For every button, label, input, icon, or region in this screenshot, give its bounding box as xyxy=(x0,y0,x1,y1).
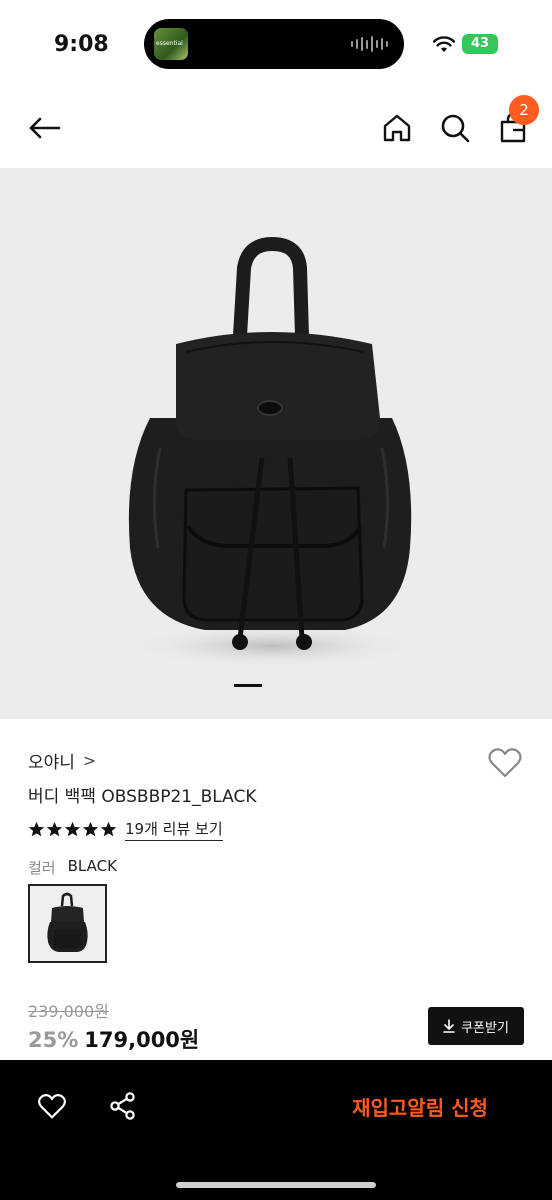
brand-link[interactable]: 오야니 > xyxy=(28,748,96,773)
chevron-right-icon: > xyxy=(82,751,97,770)
share-icon xyxy=(110,1092,135,1120)
download-icon xyxy=(443,1019,455,1033)
price-row: 25% 179,000원 xyxy=(28,1024,199,1054)
back-button[interactable] xyxy=(24,108,64,148)
cart-count-badge: 2 xyxy=(509,95,539,125)
search-icon xyxy=(441,114,470,143)
color-option-row: 컬러 BLACK xyxy=(28,857,117,878)
search-button[interactable] xyxy=(436,108,474,148)
backpack-image xyxy=(122,236,422,668)
star-icon xyxy=(28,821,45,837)
home-icon xyxy=(383,114,411,142)
rating-row: 19개 리뷰 보기 xyxy=(28,818,223,841)
wishlist-button[interactable] xyxy=(486,744,524,782)
status-bar: 9:08 essential 43 xyxy=(0,0,552,88)
now-playing-artwork: essential xyxy=(154,28,188,60)
rating-stars xyxy=(28,821,117,838)
coupon-label: 쿠폰받기 xyxy=(461,1020,509,1036)
status-time: 9:08 xyxy=(54,32,109,57)
dynamic-island[interactable]: essential xyxy=(144,19,404,69)
star-icon xyxy=(82,821,99,837)
arrow-left-icon xyxy=(29,117,61,139)
discount-rate: 25% xyxy=(28,1028,79,1052)
heart-outline-icon xyxy=(38,1093,66,1118)
brand-name: 오야니 xyxy=(28,753,75,773)
star-icon xyxy=(46,821,63,837)
restock-alert-button[interactable]: 재입고알림 신청 xyxy=(300,1090,540,1126)
star-icon xyxy=(100,821,117,837)
star-icon xyxy=(64,821,81,837)
audio-wave-icon xyxy=(351,36,388,52)
coupon-button[interactable]: 쿠폰받기 xyxy=(428,1007,524,1045)
home-indicator[interactable] xyxy=(176,1182,376,1188)
top-nav xyxy=(0,88,552,168)
battery-indicator: 43 xyxy=(462,34,498,54)
wifi-icon xyxy=(432,36,456,52)
review-link[interactable]: 19개 리뷰 보기 xyxy=(125,818,223,841)
bottom-wishlist-button[interactable] xyxy=(34,1088,70,1124)
home-button[interactable] xyxy=(378,108,416,148)
color-value: BLACK xyxy=(67,857,117,875)
bottom-action-bar: 재입고알림 신청 xyxy=(0,1060,552,1200)
original-price: 239,000원 xyxy=(28,1002,109,1021)
product-title: 버디 백팩 OBSBBP21_BLACK xyxy=(28,787,257,807)
color-swatch-black[interactable] xyxy=(28,884,107,963)
product-image-carousel[interactable] xyxy=(0,168,552,719)
color-label: 컬러 xyxy=(28,859,56,877)
heart-outline-icon xyxy=(488,748,522,778)
now-playing-label: essential xyxy=(156,40,183,47)
carousel-page-indicator xyxy=(234,684,262,687)
share-button[interactable] xyxy=(106,1088,140,1124)
sale-price: 179,000원 xyxy=(84,1028,200,1052)
backpack-thumbnail xyxy=(47,892,88,952)
